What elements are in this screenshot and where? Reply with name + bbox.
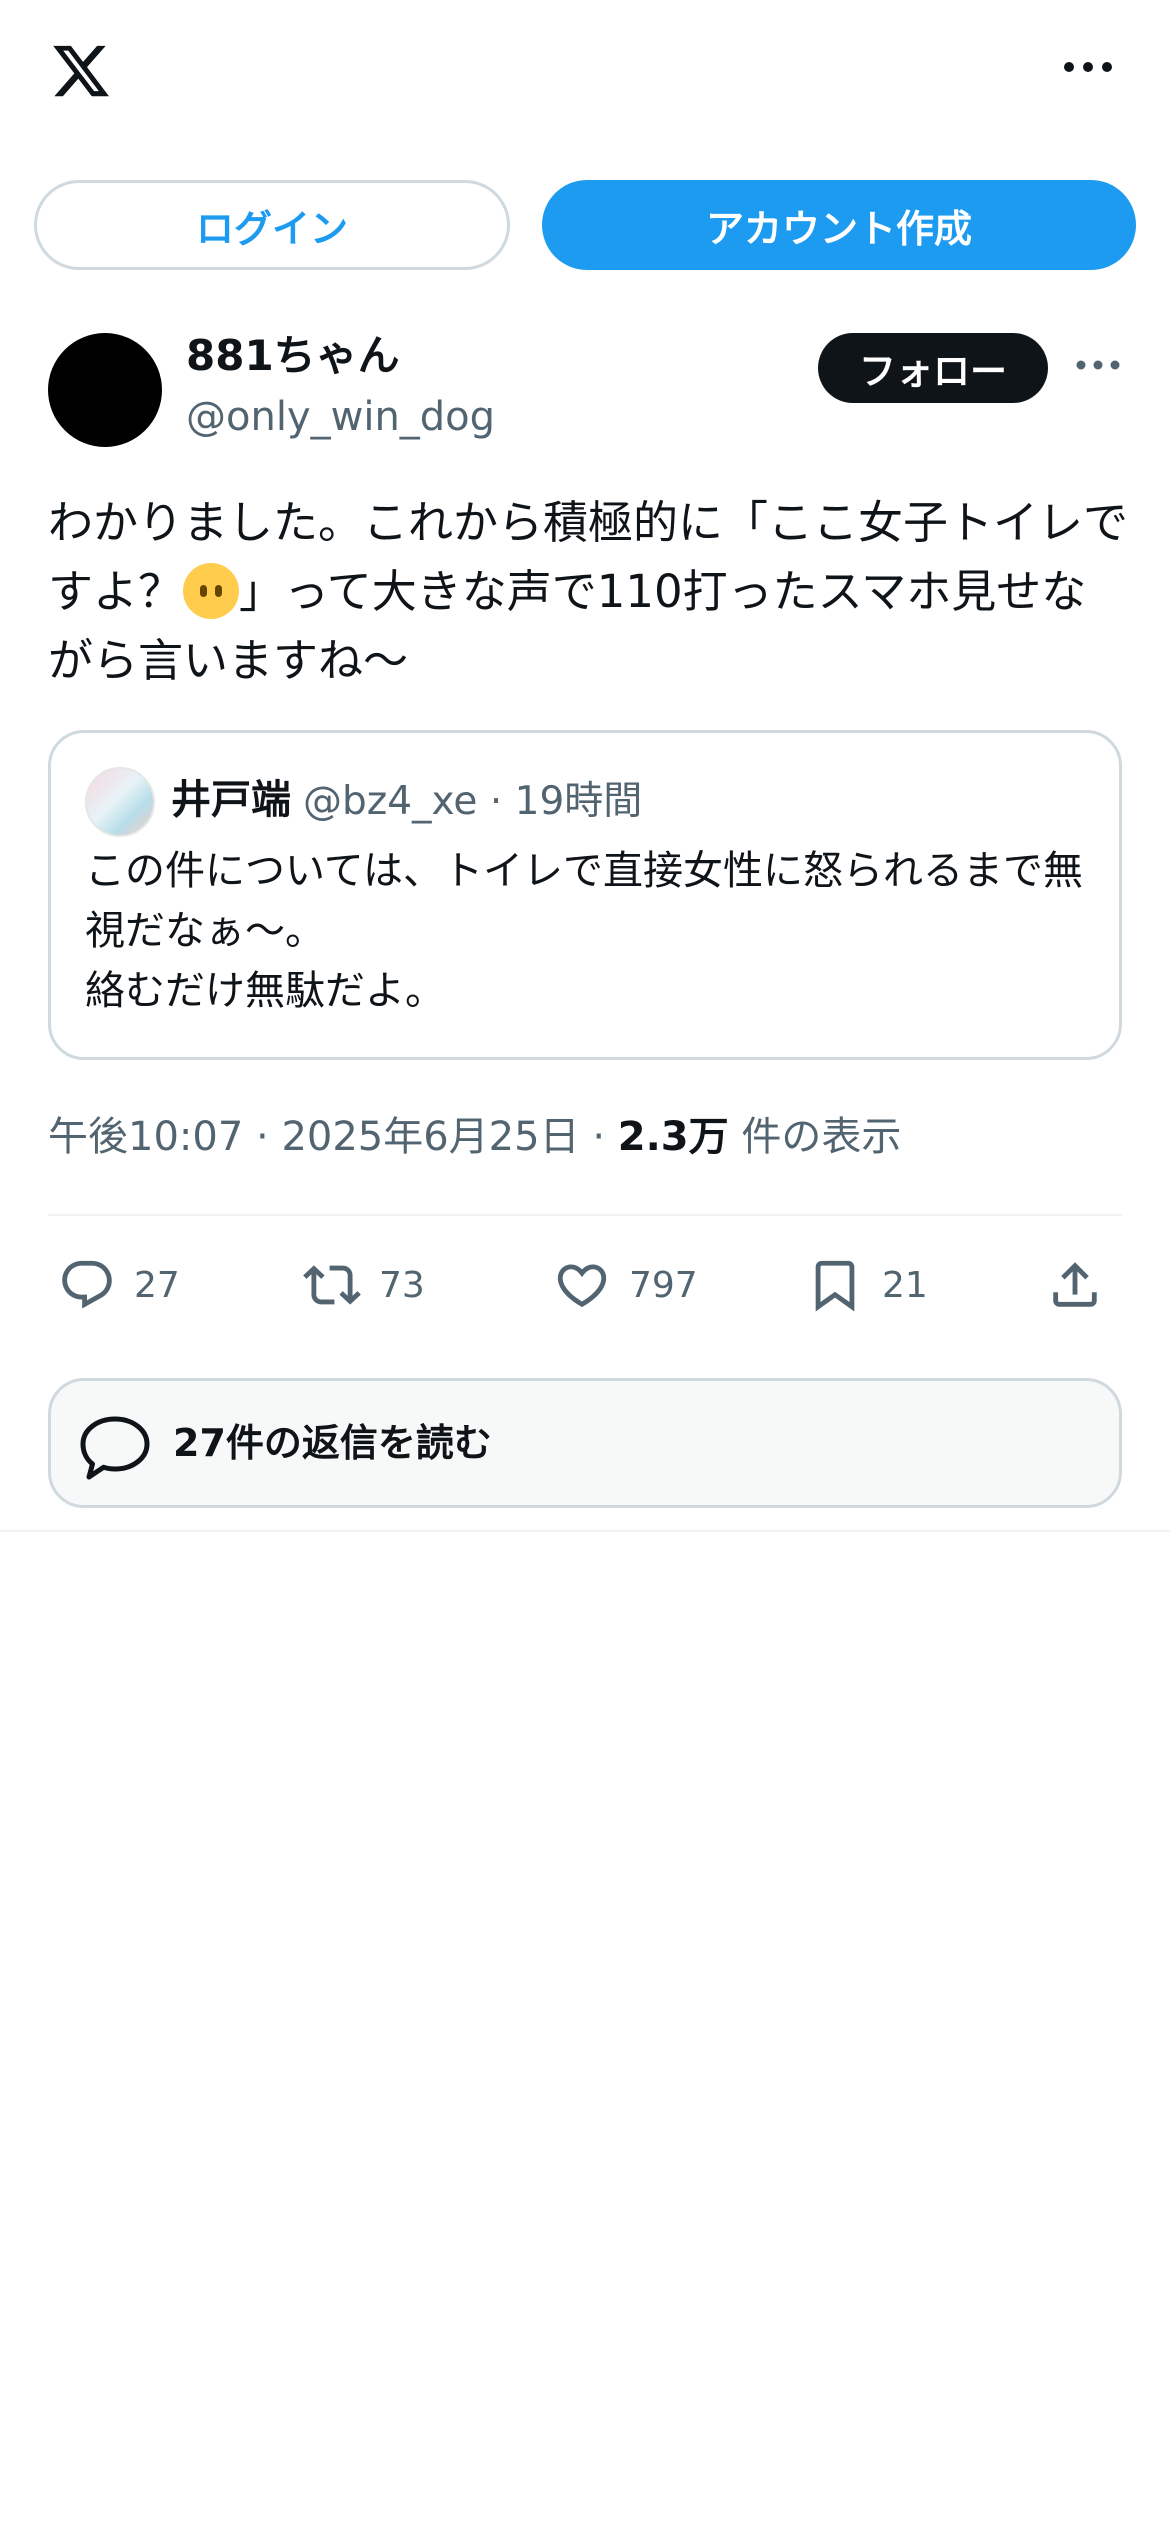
quoted-text: この件については、トイレで直接女性に怒られるまで無視だなぁ〜。 絡むだけ無駄だよ…: [85, 848, 1083, 1014]
top-bar: [0, 0, 1170, 150]
like-count: 797: [629, 1264, 698, 1306]
quoted-handle: @bz4_xe: [303, 779, 478, 824]
timestamp-separator-2: ·: [592, 1114, 606, 1160]
auth-buttons: ログイン アカウント作成: [34, 180, 1136, 270]
heart-icon: [557, 1264, 607, 1308]
repost-icon: [303, 1265, 361, 1305]
share-button[interactable]: [1046, 1250, 1122, 1320]
post-date[interactable]: 2025年6月25日: [281, 1114, 579, 1160]
repost-button[interactable]: 73: [303, 1250, 425, 1320]
post-timestamp-row: 午後10:07 · 2025年6月25日 · 2.3万 件の表示: [48, 1107, 901, 1167]
reply-count: 27: [134, 1264, 180, 1306]
x-logo-icon[interactable]: [48, 40, 114, 102]
reply-button[interactable]: 27: [58, 1250, 180, 1320]
bookmark-button[interactable]: 21: [806, 1250, 928, 1320]
timestamp-separator-1: ·: [256, 1114, 269, 1160]
action-bar: 27 73 797 21: [58, 1250, 1118, 1320]
quoted-separator: ·: [489, 779, 503, 824]
create-account-button[interactable]: アカウント作成: [542, 180, 1136, 270]
face-without-mouth-emoji-icon: [183, 563, 240, 619]
quoted-display-name: 井戸端: [171, 777, 291, 823]
quoted-time: 19時間: [514, 779, 643, 824]
views-count: 2.3万: [617, 1114, 729, 1160]
views-label: 件の表示: [741, 1114, 902, 1160]
login-button[interactable]: ログイン: [34, 180, 510, 270]
author-handle[interactable]: @only_win_dog: [186, 387, 495, 447]
avatar[interactable]: [48, 333, 162, 447]
read-replies-label: 27件の返信を読む: [173, 1421, 492, 1465]
bookmark-icon: [815, 1260, 855, 1312]
read-replies-button[interactable]: 27件の返信を読む: [48, 1378, 1122, 1508]
quoted-avatar: [85, 767, 155, 837]
quoted-post[interactable]: 井戸端 @bz4_xe · 19時間 この件については、トイレで直接女性に怒られ…: [48, 730, 1122, 1060]
follow-button[interactable]: フォロー: [818, 333, 1048, 403]
post-header: 881ちゃん @only_win_dog フォロー: [48, 325, 1122, 455]
quoted-meta: @bz4_xe · 19時間: [303, 773, 642, 831]
post-time[interactable]: 午後10:07: [48, 1114, 243, 1160]
author-display-name[interactable]: 881ちゃん: [186, 325, 400, 387]
post-text: わかりました。これから積極的に「ここ女子トイレですよ？ 」って大きな声で110打っ…: [48, 488, 1128, 695]
post-more-icon[interactable]: [1076, 355, 1120, 375]
repost-count: 73: [379, 1264, 425, 1306]
speech-bubble-icon: [80, 1416, 150, 1480]
reply-icon: [62, 1260, 112, 1309]
bottom-divider: [0, 1530, 1170, 1532]
share-icon: [1053, 1262, 1097, 1307]
divider: [48, 1214, 1122, 1216]
more-horizontal-icon[interactable]: [1063, 55, 1113, 79]
bookmark-count: 21: [882, 1264, 928, 1306]
like-button[interactable]: 797: [553, 1250, 698, 1320]
